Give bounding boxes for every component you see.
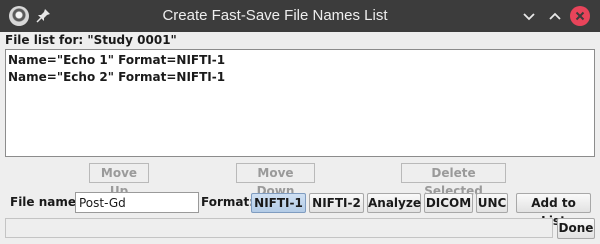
move-up-button[interactable]: Move Up bbox=[89, 163, 149, 198]
chevron-up-icon bbox=[549, 12, 561, 20]
pin-icon[interactable] bbox=[36, 7, 52, 25]
file-list[interactable]: Name="Echo 1" Format=NIFTI-1 Name="Echo … bbox=[5, 49, 595, 157]
format-unc-button[interactable]: UNC bbox=[476, 193, 508, 213]
window-title: Create Fast-Save File Names List bbox=[162, 7, 388, 24]
format-label: Format: bbox=[201, 195, 255, 209]
status-field bbox=[5, 218, 553, 238]
minimize-button[interactable] bbox=[519, 6, 539, 26]
list-item[interactable]: Name="Echo 2" Format=NIFTI-1 bbox=[8, 69, 592, 86]
close-button[interactable] bbox=[570, 6, 590, 26]
format-dicom-button[interactable]: DICOM bbox=[424, 193, 473, 213]
list-item[interactable]: Name="Echo 1" Format=NIFTI-1 bbox=[8, 52, 592, 69]
add-to-list-button[interactable]: Add to List bbox=[516, 193, 591, 228]
done-button[interactable]: Done bbox=[557, 218, 595, 239]
file-list-label: File list for: "Study 0001" bbox=[5, 33, 177, 47]
app-logo-icon[interactable] bbox=[9, 6, 29, 26]
move-down-button[interactable]: Move Down bbox=[236, 163, 315, 198]
file-name-label: File name: bbox=[10, 195, 81, 209]
title-bar: Create Fast-Save File Names List bbox=[0, 0, 600, 32]
chevron-down-icon bbox=[523, 13, 535, 21]
format-nifti1-button[interactable]: NIFTI-1 bbox=[251, 193, 306, 213]
format-analyze-button[interactable]: Analyze bbox=[367, 193, 421, 213]
maximize-button[interactable] bbox=[545, 6, 565, 26]
close-icon bbox=[575, 11, 585, 21]
format-nifti2-button[interactable]: NIFTI-2 bbox=[309, 193, 364, 213]
delete-selected-button[interactable]: Delete Selected bbox=[401, 163, 506, 198]
file-name-input[interactable] bbox=[75, 192, 199, 213]
